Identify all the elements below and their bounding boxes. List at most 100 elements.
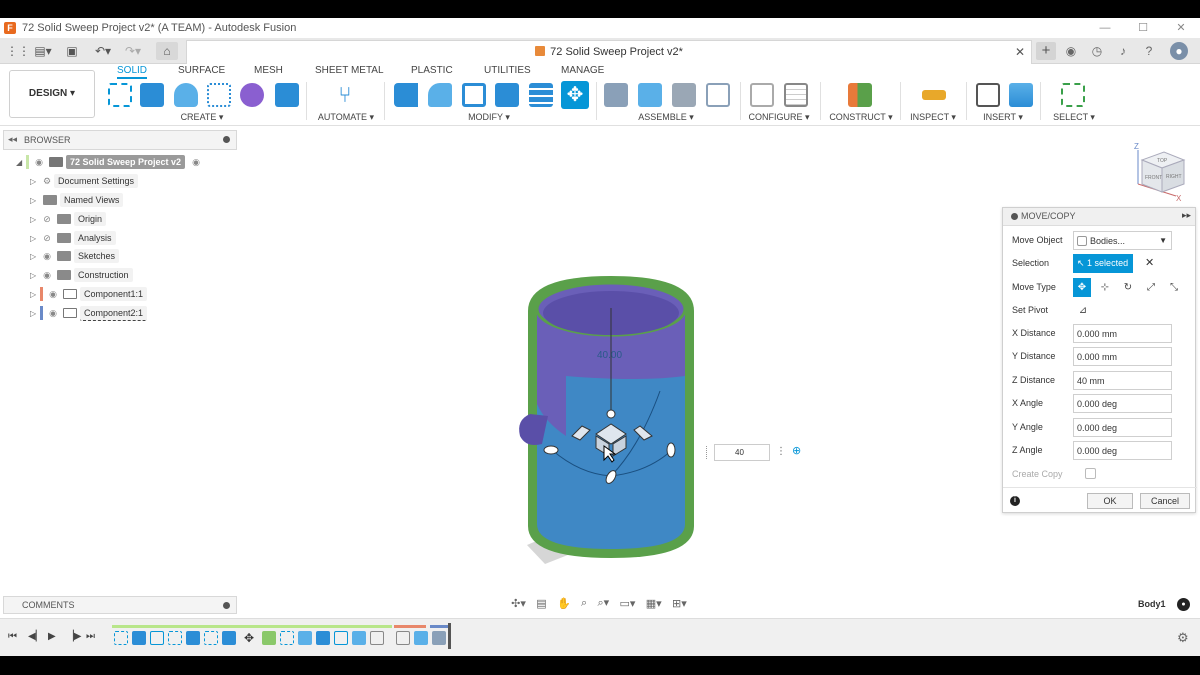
configure-menu[interactable]: CONFIGURE ▾ — [746, 112, 812, 123]
split-icon[interactable] — [529, 83, 553, 107]
x-angle-input[interactable]: 0.000 deg — [1073, 394, 1172, 413]
assemble-menu[interactable]: ASSEMBLE ▾ — [636, 112, 696, 123]
undo-icon[interactable]: ↶▾ — [92, 42, 114, 60]
expand-arrow-icon[interactable]: ▷ — [30, 309, 40, 318]
expand-arrow-icon[interactable]: ▷ — [30, 234, 40, 243]
configure-icon[interactable] — [750, 83, 774, 107]
timeline-combine-icon[interactable] — [298, 631, 312, 645]
go-to-start-icon[interactable]: ⏮ — [8, 631, 17, 642]
viewcube[interactable]: Z X TOP FRONT RIGHT — [1126, 138, 1192, 204]
bill-of-materials-icon[interactable] — [706, 83, 730, 107]
timeline-fillet-icon[interactable] — [414, 631, 428, 645]
tab-utilities[interactable]: UTILITIES — [484, 65, 531, 76]
job-status-icon[interactable]: ◷ — [1088, 42, 1106, 60]
sweep-icon[interactable] — [207, 83, 231, 107]
y-angle-input[interactable]: 0.000 deg — [1073, 418, 1172, 437]
step-back-icon[interactable]: ◀▏ — [28, 631, 43, 642]
form-icon[interactable] — [240, 83, 264, 107]
visibility-eye-icon[interactable]: ◉ — [32, 157, 46, 168]
hidden-eye-icon[interactable]: ⊘ — [40, 214, 54, 225]
z-angle-input[interactable]: 0.000 deg — [1073, 441, 1172, 460]
cancel-button[interactable]: Cancel — [1140, 493, 1190, 509]
tree-item-document-settings[interactable]: ▷ ⚙ Document Settings — [30, 173, 139, 189]
point-to-point-icon[interactable]: ⤢ — [1142, 278, 1160, 297]
hidden-eye-icon[interactable]: ⊘ — [40, 233, 54, 244]
as-built-joint-icon[interactable] — [672, 83, 696, 107]
comments-pin-icon[interactable] — [223, 602, 230, 609]
grid-settings-icon[interactable]: ▦▾ — [646, 597, 662, 610]
redo-icon[interactable]: ↷▾ — [122, 42, 144, 60]
timeline-extrude-icon[interactable] — [186, 631, 200, 645]
timeline-extrude-icon[interactable] — [316, 631, 330, 645]
timeline-shell-icon[interactable] — [150, 631, 164, 645]
pan-icon[interactable]: ✋ — [557, 597, 571, 610]
grid-menu-icon[interactable]: ⋮⋮ — [6, 42, 30, 60]
timeline-combine-icon[interactable] — [352, 631, 366, 645]
tab-manage[interactable]: MANAGE — [561, 65, 604, 76]
distance-input[interactable]: 40 — [714, 444, 770, 461]
tree-item-named-views[interactable]: ▷ Named Views — [30, 192, 124, 208]
inspect-menu[interactable]: INSPECT ▾ — [906, 112, 960, 123]
info-icon[interactable]: i — [1010, 496, 1020, 506]
tab-mesh[interactable]: MESH — [254, 65, 283, 76]
automate-icon[interactable]: ⑂ — [333, 83, 357, 107]
set-pivot-icon[interactable]: ⊿ — [1076, 301, 1090, 320]
play-icon[interactable]: ▶ — [48, 631, 56, 642]
create-sketch-icon[interactable] — [108, 83, 132, 107]
fillet-icon[interactable] — [428, 83, 452, 107]
tree-root[interactable]: ◢ ◉ 72 Solid Sweep Project v2 ◉ — [16, 154, 203, 170]
visibility-eye-icon[interactable]: ◉ — [40, 270, 54, 281]
timeline-sketch-icon[interactable] — [204, 631, 218, 645]
tree-item-component2[interactable]: ▷ ◉ Component2:1 — [30, 305, 148, 321]
shell-icon[interactable] — [462, 83, 486, 107]
tab-surface[interactable]: SURFACE — [178, 65, 225, 76]
canvas-image-icon[interactable] — [1009, 83, 1033, 107]
timeline-component-icon[interactable] — [432, 631, 446, 645]
expand-arrow-icon[interactable]: ▷ — [30, 252, 40, 261]
new-component-icon[interactable] — [604, 83, 628, 107]
display-settings-icon[interactable]: ▭▾ — [620, 597, 636, 610]
expand-arrow-icon[interactable]: ▷ — [30, 177, 40, 186]
body-settings-icon[interactable]: ● — [1177, 598, 1190, 611]
point-to-position-icon[interactable]: ⤡ — [1165, 278, 1183, 297]
revolve-icon[interactable] — [174, 83, 198, 107]
snap-icon[interactable]: ⊕ — [792, 444, 808, 460]
visibility-eye-icon[interactable]: ◉ — [40, 251, 54, 262]
expand-arrow-icon[interactable]: ▷ — [30, 271, 40, 280]
tab-plastic[interactable]: PLASTIC — [411, 65, 453, 76]
create-menu[interactable]: CREATE ▾ — [176, 112, 228, 123]
rotate-handle-x[interactable] — [543, 445, 559, 455]
insert-derive-icon[interactable] — [976, 83, 1000, 107]
expand-arrow-icon[interactable]: ▷ — [30, 215, 40, 224]
step-forward-icon[interactable]: ▕▶ — [66, 631, 81, 642]
measure-icon[interactable] — [922, 90, 946, 100]
look-at-icon[interactable]: ▤ — [536, 597, 546, 610]
box-icon[interactable] — [275, 83, 299, 107]
y-distance-input[interactable]: 0.000 mm — [1073, 347, 1172, 366]
ok-button[interactable]: OK — [1087, 493, 1133, 509]
timeline-move-icon[interactable]: ✥ — [242, 631, 256, 645]
expand-arrow-icon[interactable]: ◢ — [16, 158, 26, 167]
create-copy-checkbox[interactable] — [1085, 468, 1096, 479]
tree-item-sketches[interactable]: ▷ ◉ Sketches — [30, 248, 120, 264]
drag-handle-icon[interactable] — [706, 446, 710, 459]
user-avatar[interactable]: ● — [1170, 42, 1188, 60]
translate-icon[interactable]: ⊹ — [1096, 278, 1114, 297]
extensions-icon[interactable]: ◉ — [1062, 42, 1080, 60]
x-distance-input[interactable]: 0.000 mm — [1073, 324, 1172, 343]
timeline-shell-icon[interactable] — [334, 631, 348, 645]
new-tab-button[interactable]: + — [1036, 42, 1056, 60]
browser-pin-icon[interactable] — [223, 136, 230, 143]
timeline-extrude-icon[interactable] — [132, 631, 146, 645]
move-object-select[interactable]: Bodies... ▼ — [1073, 231, 1172, 250]
timeline-track[interactable]: ✥ — [112, 623, 451, 651]
offset-plane-icon[interactable] — [848, 83, 872, 107]
timeline-extrude-icon[interactable] — [222, 631, 236, 645]
tree-item-origin[interactable]: ▷ ⊘ Origin — [30, 211, 107, 227]
zoom-icon[interactable]: ⌕ — [581, 597, 587, 610]
extrude-icon[interactable] — [140, 83, 164, 107]
collapse-browser-icon[interactable]: ◂◂ — [8, 134, 17, 145]
timeline-sketch-icon[interactable] — [114, 631, 128, 645]
z-distance-input[interactable]: 40 mm — [1073, 371, 1172, 390]
timeline-sweep-icon[interactable] — [262, 631, 276, 645]
